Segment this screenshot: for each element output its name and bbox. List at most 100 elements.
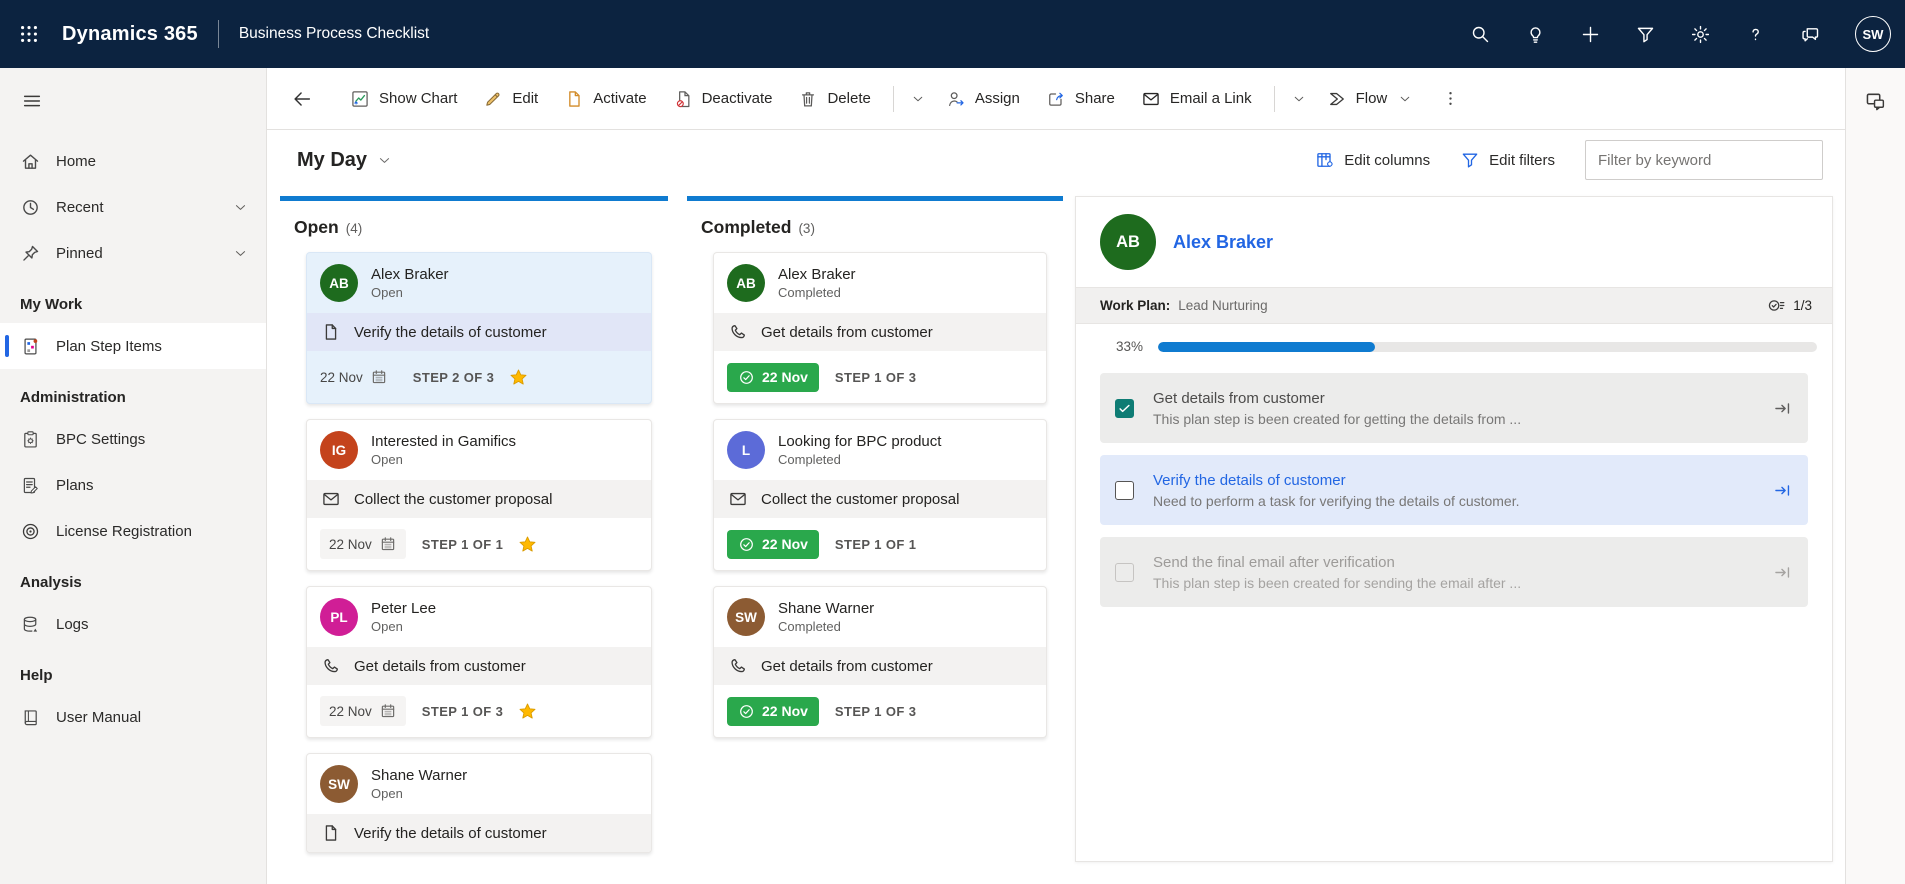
show-chart-button[interactable]: Show Chart: [337, 78, 470, 120]
settings-gear-icon[interactable]: [1690, 24, 1711, 45]
back-icon[interactable]: [291, 88, 313, 110]
license-icon: [20, 521, 41, 542]
chart-icon: [350, 89, 370, 109]
due-date-chip: 22 Nov: [727, 362, 819, 392]
flow-button[interactable]: Flow: [1314, 78, 1426, 120]
due-date-chip: 22 Nov: [727, 696, 819, 726]
edit-filters-button[interactable]: Edit filters: [1460, 150, 1555, 170]
app-window: Dynamics 365 Business Process Checklist …: [0, 0, 1905, 884]
delete-overflow-chevron[interactable]: [903, 78, 933, 120]
avatar: AB: [320, 264, 358, 302]
avatar-initials: IG: [331, 442, 347, 458]
waffle-menu-icon[interactable]: [18, 23, 40, 45]
sidebar-section-header: Help: [20, 667, 53, 684]
plan-step-item[interactable]: Verify the details of customer Need to p…: [1100, 455, 1808, 525]
plan-card[interactable]: PL Peter Lee Open Get details from custo…: [306, 586, 652, 738]
plan-card[interactable]: AB Alex Braker Open Verify the details o…: [306, 252, 652, 404]
help-icon[interactable]: [1745, 24, 1766, 45]
search-icon[interactable]: [1470, 24, 1491, 45]
chevron-down-icon[interactable]: [233, 200, 248, 215]
sidebar-item-pinned[interactable]: Pinned: [0, 230, 266, 276]
card-name: Alex Braker: [778, 266, 856, 283]
user-avatar[interactable]: SW: [1855, 16, 1891, 52]
avatar-initials: SW: [735, 609, 757, 625]
sidebar-item-plans[interactable]: Plans: [0, 462, 266, 508]
command-label: Assign: [974, 90, 1020, 107]
chevron-down-icon[interactable]: [233, 246, 248, 261]
keyword-filter-input[interactable]: [1585, 140, 1823, 180]
record-name-link[interactable]: Alex Braker: [1173, 232, 1273, 253]
deactivate-icon: [673, 89, 693, 109]
assign-icon: [946, 89, 966, 109]
step-description: This plan step is been created for getti…: [1153, 410, 1522, 427]
view-selector[interactable]: My Day: [297, 149, 392, 172]
deactivate-button[interactable]: Deactivate: [660, 78, 786, 120]
hamburger-menu-icon[interactable]: [21, 90, 43, 112]
edit-button[interactable]: Edit: [470, 78, 551, 120]
star-icon[interactable]: [517, 534, 538, 555]
assign-button[interactable]: Assign: [933, 78, 1033, 120]
phone-icon: [728, 322, 748, 342]
plan-card[interactable]: SW Shane Warner Open Verify the details …: [306, 753, 652, 853]
feedback-chat-icon[interactable]: [1800, 24, 1821, 45]
due-date: 22 Nov: [329, 536, 372, 552]
edit-columns-button[interactable]: Edit columns: [1315, 150, 1430, 170]
progress-row: 33%: [1076, 324, 1832, 365]
collapse-panel-icon[interactable]: [1864, 90, 1887, 113]
avatar-initials: L: [741, 442, 751, 458]
sidebar-item-user-manual[interactable]: User Manual: [0, 694, 266, 740]
sidebar-item-license-registration[interactable]: License Registration: [0, 508, 266, 554]
app-title[interactable]: Business Process Checklist: [239, 25, 429, 43]
avatar-initials: PL: [330, 609, 348, 625]
sidebar-item-bpc-settings[interactable]: BPC Settings: [0, 416, 266, 462]
chevron-down-icon: [377, 153, 392, 168]
task-label: Get details from customer: [354, 657, 526, 675]
plan-card[interactable]: IG Interested in Gamifics Open Collect t…: [306, 419, 652, 571]
sidebar-item-home[interactable]: Home: [0, 138, 266, 184]
sidebar-item-label: User Manual: [56, 708, 142, 726]
lightbulb-icon[interactable]: [1525, 24, 1546, 45]
check-circle-icon: [738, 536, 755, 553]
main-area: Show Chart Edit Activate Deactivate Dele…: [267, 68, 1845, 884]
sidebar-item-recent[interactable]: Recent: [0, 184, 266, 230]
sidebar-item-label: License Registration: [56, 522, 192, 540]
command-label: Deactivate: [701, 90, 773, 107]
plus-icon[interactable]: [1580, 24, 1601, 45]
skip-to-step-icon[interactable]: [1772, 398, 1793, 419]
step-title[interactable]: Verify the details of customer: [1153, 472, 1520, 489]
plan-card[interactable]: AB Alex Braker Completed Get details fro…: [713, 252, 1047, 404]
step-text: Get details from customer This plan step…: [1153, 390, 1521, 427]
right-rail: [1845, 68, 1905, 884]
more-commands-button[interactable]: [1433, 78, 1467, 120]
skip-to-step-icon[interactable]: [1772, 562, 1793, 583]
plan-card[interactable]: SW Shane Warner Completed Get details fr…: [713, 586, 1047, 738]
plan-card[interactable]: L Looking for BPC product Completed Coll…: [713, 419, 1047, 571]
calendar-icon: [379, 535, 397, 553]
step-checkbox[interactable]: [1115, 480, 1134, 500]
plan-step-item[interactable]: Get details from customer This plan step…: [1100, 373, 1808, 443]
star-icon[interactable]: [508, 367, 529, 388]
command-label: Share: [1074, 90, 1115, 107]
plan-step-item[interactable]: Send the final email after verification …: [1100, 537, 1808, 607]
top-header-bar: Dynamics 365 Business Process Checklist …: [0, 0, 1905, 68]
sidebar-item-label: BPC Settings: [56, 430, 146, 448]
open-column: Open (4) AB Alex Braker Open Verify the …: [280, 196, 668, 884]
email-link-button[interactable]: Email a Link: [1128, 78, 1265, 120]
share-button[interactable]: Share: [1033, 78, 1128, 120]
skip-to-step-icon[interactable]: [1772, 480, 1793, 501]
check-circle-icon: [738, 369, 755, 386]
email-overflow-chevron[interactable]: [1284, 78, 1314, 120]
activate-button[interactable]: Activate: [551, 78, 659, 120]
delete-button[interactable]: Delete: [785, 78, 883, 120]
avatar-initials: SW: [1862, 26, 1884, 42]
pencil-icon: [483, 89, 503, 109]
sidebar-item-label: Logs: [56, 615, 89, 633]
sidebar-item-logs[interactable]: Logs: [0, 601, 266, 647]
step-checkbox[interactable]: [1115, 398, 1134, 418]
progress-percent-label: 33%: [1116, 339, 1144, 354]
star-icon[interactable]: [517, 701, 538, 722]
filter-icon[interactable]: [1635, 24, 1656, 45]
sidebar-section-header: Administration: [20, 389, 126, 406]
avatar: AB: [727, 264, 765, 302]
sidebar-item-plan-step-items[interactable]: Plan Step Items: [0, 323, 266, 369]
